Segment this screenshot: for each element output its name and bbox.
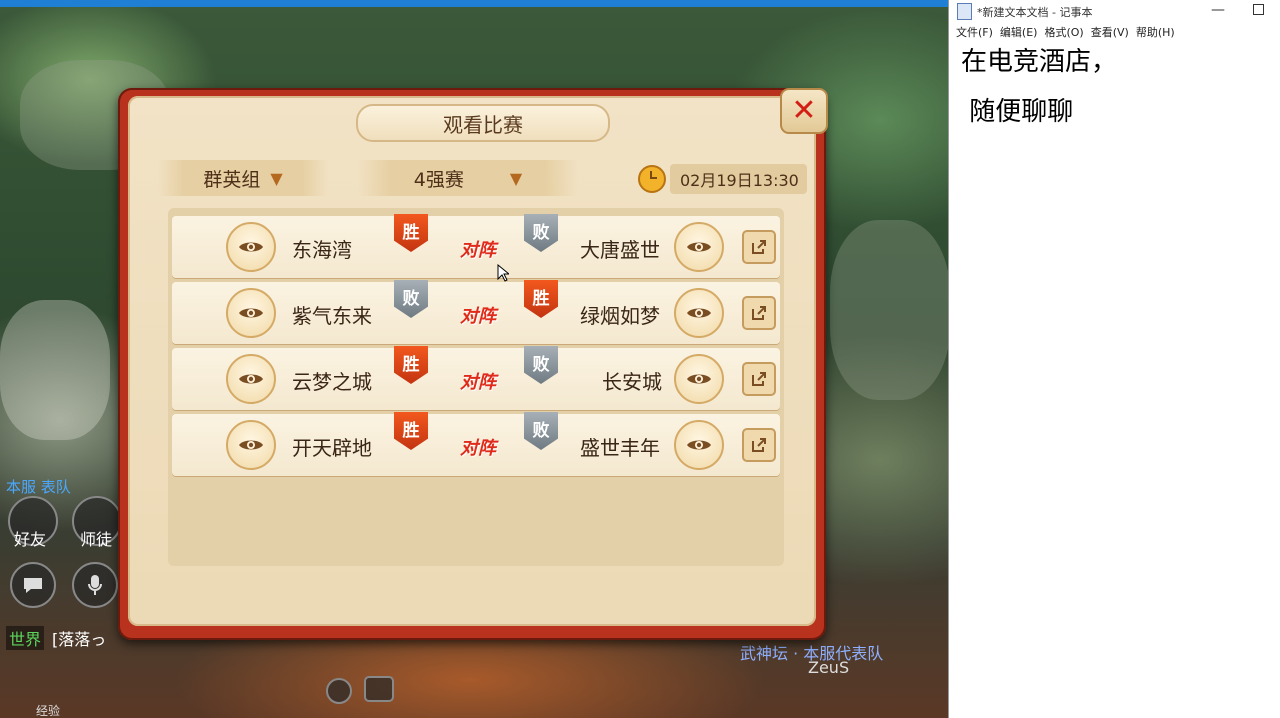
close-button[interactable]: ✕ xyxy=(780,88,828,134)
notepad-menubar: 文件(F) 编辑(E) 格式(O) 查看(V) 帮助(H) xyxy=(949,24,1280,44)
watch-left-button[interactable] xyxy=(226,354,276,404)
friends-label[interactable]: 好友 xyxy=(14,526,46,550)
match-row: 云梦之城 胜 对阵 败 长安城 xyxy=(172,346,780,410)
left-team-name: 开天辟地 xyxy=(292,436,372,460)
round-dropdown-value: 4强赛 xyxy=(413,168,464,191)
right-result-badge: 败 xyxy=(524,214,558,252)
right-team-name: 大唐盛世 xyxy=(580,238,660,262)
match-time-text: 02月19日13:30 xyxy=(670,164,807,194)
watch-match-dialog: 观看比赛 群英组 ▼ 4强赛 ▼ 02月19日13:30 东海湾 胜 对阵 败 … xyxy=(118,88,828,640)
window-top-strip xyxy=(0,0,948,7)
match-row: 开天辟地 胜 对阵 败 盛世丰年 xyxy=(172,412,780,476)
share-icon xyxy=(752,372,766,386)
watch-right-button[interactable] xyxy=(674,420,724,470)
match-row: 东海湾 胜 对阵 败 大唐盛世 xyxy=(172,214,780,278)
vs-label: 对阵 xyxy=(460,306,496,327)
match-row: 紫气东来 败 对阵 胜 绿烟如梦 xyxy=(172,280,780,344)
menu-file[interactable]: 文件(F) xyxy=(956,24,993,44)
eye-icon xyxy=(239,308,263,318)
team-label: 本服 表队 xyxy=(6,478,71,496)
watch-right-button[interactable] xyxy=(674,354,724,404)
left-result-badge: 胜 xyxy=(394,412,428,450)
group-dropdown[interactable]: 群英组 ▼ xyxy=(158,160,328,196)
left-result-badge: 胜 xyxy=(394,346,428,384)
master-label[interactable]: 师徒 xyxy=(80,526,112,550)
share-button[interactable] xyxy=(742,230,776,264)
maximize-icon[interactable] xyxy=(1253,4,1264,15)
dialog-title: 观看比赛 xyxy=(356,104,610,142)
menu-format[interactable]: 格式(O) xyxy=(1044,24,1083,44)
vs-label: 对阵 xyxy=(460,372,496,393)
notepad-icon xyxy=(957,3,972,20)
camera-icon[interactable] xyxy=(364,676,394,702)
eye-icon xyxy=(239,374,263,384)
settings-gear-icon[interactable] xyxy=(326,678,352,704)
eye-icon xyxy=(239,440,263,450)
clock-icon xyxy=(638,165,666,193)
chat-icon[interactable] xyxy=(10,562,56,608)
right-team-name: 长安城 xyxy=(602,370,662,394)
right-team-name: 绿烟如梦 xyxy=(580,304,660,328)
eye-icon xyxy=(687,242,711,252)
watch-left-button[interactable] xyxy=(226,288,276,338)
right-result-badge: 败 xyxy=(524,346,558,384)
left-team-name: 云梦之城 xyxy=(292,370,372,394)
match-list: 东海湾 胜 对阵 败 大唐盛世 紫气东来 败 对阵 胜 绿烟如梦 云梦之城 胜 … xyxy=(168,208,784,566)
world-channel-tag[interactable]: 世界 xyxy=(6,626,45,650)
eye-icon xyxy=(239,242,263,252)
left-result-badge: 败 xyxy=(394,280,428,318)
close-icon: ✕ xyxy=(791,93,817,128)
menu-view[interactable]: 查看(V) xyxy=(1091,24,1129,44)
left-result-badge: 胜 xyxy=(394,214,428,252)
right-result-badge: 胜 xyxy=(524,280,558,318)
share-icon xyxy=(752,240,766,254)
text-line: 随便聊聊 xyxy=(961,97,1074,128)
background-rock xyxy=(830,220,948,400)
chevron-down-icon: ▼ xyxy=(270,168,283,188)
vs-label: 对阵 xyxy=(460,240,496,261)
eye-icon xyxy=(687,308,711,318)
left-team-name: 紫气东来 xyxy=(292,304,372,328)
exp-label: 经验 xyxy=(36,704,61,718)
world-chat-message: [落落っ xyxy=(52,630,107,649)
share-button[interactable] xyxy=(742,296,776,330)
watch-left-button[interactable] xyxy=(226,222,276,272)
notepad-titlebar: *新建文本文档 - 记事本 — xyxy=(949,0,1280,22)
game-window: 本服 表队 好友 师徒 世界 [落落っ 经验 武神坛 · 本服代表队 ZeuS … xyxy=(0,0,948,718)
notepad-text-area[interactable]: 在电竞酒店， 随便聊聊 xyxy=(961,44,1117,131)
share-icon xyxy=(752,306,766,320)
eye-icon xyxy=(687,374,711,384)
watch-right-button[interactable] xyxy=(674,222,724,272)
right-result-badge: 败 xyxy=(524,412,558,450)
left-team-name: 东海湾 xyxy=(292,238,352,262)
right-team-name: 盛世丰年 xyxy=(580,436,660,460)
notepad-title: *新建文本文档 - 记事本 xyxy=(977,6,1093,19)
group-dropdown-value: 群英组 xyxy=(203,168,261,191)
eye-icon xyxy=(687,440,711,450)
notepad-window: *新建文本文档 - 记事本 — 文件(F) 编辑(E) 格式(O) 查看(V) … xyxy=(948,0,1280,718)
round-dropdown[interactable]: 4强赛 ▼ xyxy=(358,160,578,196)
match-time: 02月19日13:30 xyxy=(638,164,807,194)
share-button[interactable] xyxy=(742,362,776,396)
microphone-icon[interactable] xyxy=(72,562,118,608)
vs-label: 对阵 xyxy=(460,438,496,459)
share-icon xyxy=(752,438,766,452)
background-character xyxy=(0,300,110,440)
menu-help[interactable]: 帮助(H) xyxy=(1136,24,1175,44)
dialog-panel: 观看比赛 群英组 ▼ 4强赛 ▼ 02月19日13:30 东海湾 胜 对阵 败 … xyxy=(128,96,816,626)
chevron-down-icon: ▼ xyxy=(509,168,523,188)
player-name: ZeuS xyxy=(808,658,850,677)
text-line: 在电竞酒店， xyxy=(961,47,1118,77)
share-button[interactable] xyxy=(742,428,776,462)
menu-edit[interactable]: 编辑(E) xyxy=(1000,24,1038,44)
mouse-cursor-icon xyxy=(497,264,509,282)
watch-right-button[interactable] xyxy=(674,288,724,338)
minimize-icon[interactable]: — xyxy=(1211,2,1225,18)
watch-left-button[interactable] xyxy=(226,420,276,470)
